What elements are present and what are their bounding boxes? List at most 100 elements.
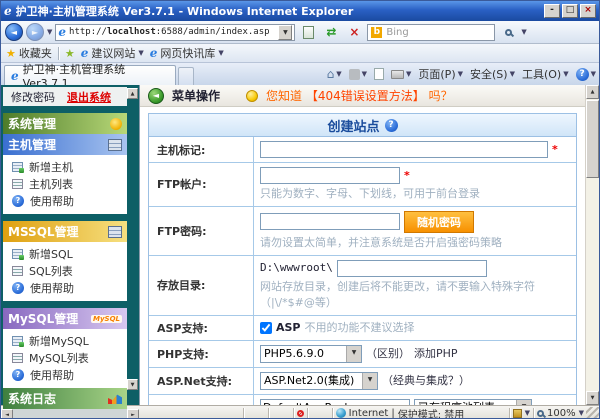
apppool-list-value: 已有程序池列表	[418, 400, 495, 405]
php-version-select[interactable]: PHP5.6.9.0 ▼	[260, 344, 362, 363]
sidebar-item-host-list[interactable]: 主机列表	[3, 175, 127, 192]
sidebar-scroll-up-button[interactable]: ▲	[127, 88, 138, 99]
suggested-sites-label: 建议网站	[91, 47, 136, 60]
forward-button[interactable]: ►	[26, 23, 44, 41]
apppool-input[interactable]	[260, 399, 410, 405]
scrollbar-thumb[interactable]	[586, 100, 599, 178]
sidebar-item-host-help[interactable]: ? 使用帮助	[3, 192, 127, 209]
key-icon	[110, 117, 122, 130]
print-button[interactable]: ▼	[391, 69, 412, 79]
add-favorite-icon[interactable]: ★	[65, 47, 75, 60]
security-zone: Internet | 保护模式: 禁用	[335, 406, 506, 418]
storage-dir-input[interactable]	[336, 259, 487, 277]
sidebar-group-mysql[interactable]: MySQL管理 MySQL	[3, 308, 127, 329]
chevron-down-icon: ▼	[578, 409, 584, 417]
feeds-button[interactable]: ▼	[348, 68, 367, 80]
chevron-down-icon: ▼	[336, 70, 342, 78]
item-label: 使用帮助	[30, 194, 74, 208]
search-placeholder: Bing	[386, 26, 409, 38]
search-options-dropdown-icon[interactable]: ▼	[521, 28, 526, 36]
web-slices-button[interactable]: e 网页快讯库 ▼	[150, 45, 224, 61]
sidebar-item-sql-list[interactable]: SQL列表	[3, 262, 127, 279]
url-text: http://localhost:6588/admin/index.asp	[69, 27, 275, 37]
sidebar-item-add-mysql[interactable]: 新增MySQL	[3, 332, 127, 349]
help-icon: ?	[12, 194, 24, 207]
scroll-down-button[interactable]: ▼	[586, 391, 599, 405]
refresh-button[interactable]: ⇄	[321, 23, 341, 41]
new-tab-button[interactable]	[178, 67, 194, 85]
menu-back-button[interactable]: ◄	[148, 87, 164, 104]
sidebar-item-add-sql[interactable]: 新增SQL	[3, 245, 127, 262]
scroll-right-button[interactable]: ►	[127, 409, 139, 418]
sidebar-group-system[interactable]: 系统管理	[3, 113, 127, 134]
random-password-button[interactable]: 随机密码	[404, 210, 474, 233]
blocked-icon	[296, 409, 304, 417]
list-icon	[12, 265, 23, 276]
minimize-button[interactable]: -	[544, 4, 560, 18]
suggested-sites-button[interactable]: e 建议网站 ▼	[81, 45, 144, 61]
php-difference-link[interactable]: （区别）	[366, 346, 410, 362]
notice-404-link[interactable]: 【404错误设置方法】	[306, 89, 425, 103]
scroll-left-button[interactable]: ◄	[1, 409, 13, 418]
form-help-icon[interactable]: ?	[384, 118, 398, 132]
apppool-list-select[interactable]: 已有程序池列表 ▼	[414, 398, 532, 405]
stop-button[interactable]: ×	[344, 23, 364, 41]
favorites-button[interactable]: ★ 收藏夹	[6, 45, 52, 61]
tools-menu-button[interactable]: 工具(O) ▼	[522, 66, 569, 82]
chevron-down-icon: ▼	[406, 70, 412, 78]
php-label: PHP支持:	[149, 340, 254, 367]
tab-active[interactable]: e 护卫神·主机管理系统 Ver3.7.1	[4, 63, 176, 90]
scroll-up-button[interactable]: ▲	[586, 85, 599, 99]
protected-mode-button[interactable]: ▼	[512, 408, 530, 418]
form-row-apppool: 应用程序池: 已有程序池列表 ▼ （可输入新程序池名，默认集成模式，建议.net…	[149, 394, 576, 405]
compatibility-view-button[interactable]	[298, 23, 318, 41]
url-scheme: http://	[69, 27, 107, 37]
search-button[interactable]	[498, 23, 518, 41]
select-arrow-icon: ▼	[362, 372, 377, 389]
logout-link[interactable]: 退出系统	[67, 89, 111, 105]
search-icon	[504, 28, 512, 36]
required-asterisk: *	[552, 142, 558, 156]
sidebar-group-mssql[interactable]: MSSQL管理	[3, 221, 127, 242]
page-menu-button[interactable]: 页面(P) ▼	[418, 66, 463, 82]
sidebar-horizontal-scrollbar[interactable]: ◄ ►	[1, 409, 139, 418]
vertical-scrollbar[interactable]: ▲ ▼	[585, 85, 599, 405]
home-button[interactable]: ⌂ ▼	[327, 68, 342, 80]
tools-menu-label: 工具(O)	[521, 68, 562, 81]
resize-grip[interactable]	[586, 407, 599, 418]
history-dropdown-icon[interactable]: ▼	[47, 28, 52, 36]
back-button[interactable]: ◄	[5, 23, 23, 41]
url-dropdown-button[interactable]: ▼	[278, 24, 293, 40]
safety-menu-button[interactable]: 安全(S) ▼	[470, 66, 515, 82]
help-button[interactable]: ? ▼	[575, 67, 596, 81]
help-icon: ?	[12, 368, 24, 381]
menu-operation-label[interactable]: 菜单操作	[172, 87, 220, 104]
host-tag-input[interactable]	[260, 141, 548, 158]
group-title: MSSQL管理	[8, 225, 79, 239]
form-title: 创建站点	[327, 119, 380, 135]
asp-checkbox[interactable]	[260, 321, 272, 334]
sidebar-item-mysql-list[interactable]: MySQL列表	[3, 349, 127, 366]
ftp-password-input[interactable]	[260, 213, 400, 231]
sidebar-item-mysql-help[interactable]: ? 使用帮助	[3, 366, 127, 383]
maximize-button[interactable]: □	[562, 4, 578, 18]
read-mail-icon[interactable]	[374, 68, 384, 80]
close-button[interactable]: ×	[580, 4, 596, 18]
change-password-link[interactable]: 修改密码	[11, 89, 55, 105]
chart-icon	[108, 394, 122, 404]
item-label: 主机列表	[29, 177, 73, 191]
sidebar-scroll-down-button[interactable]: ▼	[127, 379, 138, 390]
sidebar-group-host[interactable]: 主机管理	[3, 134, 127, 155]
url-field[interactable]: e http://localhost:6588/admin/index.asp …	[55, 23, 296, 41]
sidebar-item-sql-help[interactable]: ? 使用帮助	[3, 279, 127, 296]
search-input[interactable]: b Bing	[367, 23, 496, 41]
database-icon	[108, 225, 122, 238]
sidebar-item-add-host[interactable]: 新增主机	[3, 158, 127, 175]
zoom-control[interactable]: 100% ▼	[537, 408, 584, 418]
storage-dir-hint: 网站存放目录，创建后将不能更改，请不要输入特殊字符（|\/*$#@等）	[260, 279, 535, 309]
help-icon: ?	[12, 281, 24, 294]
sidebar-group-syslog[interactable]: 系统日志	[3, 388, 127, 409]
ftp-account-input[interactable]	[260, 167, 400, 184]
php-add-link[interactable]: 添加PHP	[414, 346, 458, 362]
aspnet-version-select[interactable]: ASP.Net2.0(集成) ▼	[260, 371, 378, 390]
